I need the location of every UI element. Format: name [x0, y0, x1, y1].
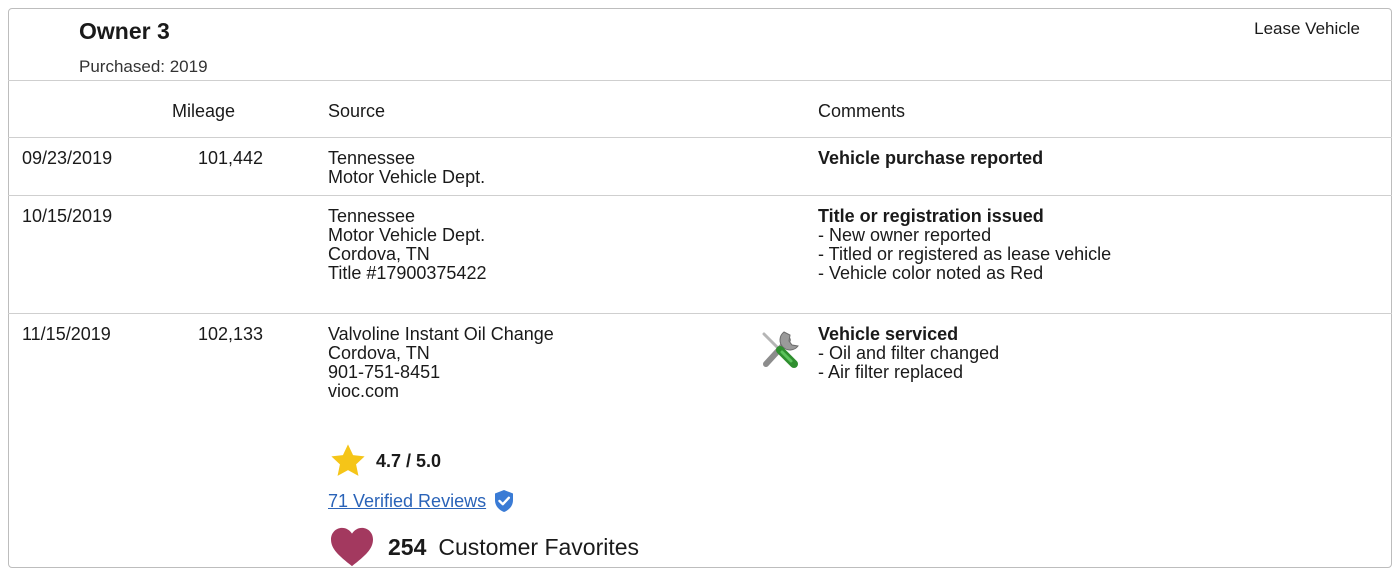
- row-source: Tennessee Motor Vehicle Dept.: [328, 149, 485, 187]
- comment-line: - New owner reported: [818, 225, 992, 245]
- source-line: Cordova, TN: [328, 244, 430, 264]
- comment-line: - Vehicle color noted as Red: [818, 263, 1044, 283]
- row-date: 09/23/2019: [22, 148, 113, 168]
- customer-favorites: 254 Customer Favorites: [328, 526, 639, 568]
- source-line: vioc.com: [328, 381, 400, 401]
- row-comments: Title or registration issued - New owner…: [818, 207, 1111, 283]
- comment-line: - Air filter replaced: [818, 362, 964, 382]
- table-row: 11/15/2019 102,133 Valvoline Instant Oil…: [8, 314, 1392, 574]
- comment-heading: Title or registration issued: [818, 206, 1044, 226]
- source-line: Tennessee: [328, 206, 416, 226]
- comment-line: - Titled or registered as lease vehicle: [818, 244, 1112, 264]
- lease-vehicle-label: Lease Vehicle: [1254, 19, 1360, 38]
- favorites-count: 254: [388, 533, 427, 560]
- table-row: 09/23/2019 101,442 Tennessee Motor Vehic…: [8, 138, 1392, 196]
- shop-rating: 4.7 / 5.0: [328, 442, 441, 480]
- owner-title: Owner 3: [79, 18, 170, 44]
- wrench-screwdriver-icon: [758, 326, 804, 370]
- source-line: Motor Vehicle Dept.: [328, 167, 486, 187]
- reviews-row: 71 Verified Reviews: [328, 489, 516, 513]
- row-comments: Vehicle serviced - Oil and filter change…: [818, 325, 999, 382]
- row-mileage: 102,133: [198, 324, 264, 344]
- table-header: Mileage Source Comments: [8, 80, 1392, 138]
- row-date: 10/15/2019: [22, 206, 113, 226]
- source-line: Tennessee: [328, 148, 416, 168]
- column-header-source: Source: [328, 101, 386, 121]
- verified-shield-icon: [495, 490, 514, 512]
- verified-reviews-link[interactable]: 71 Verified Reviews: [328, 491, 486, 512]
- row-mileage: 101,442: [198, 148, 264, 168]
- column-header-comments: Comments: [818, 101, 906, 121]
- comment-line: - Oil and filter changed: [818, 343, 1000, 363]
- row-source: Valvoline Instant Oil Change Cordova, TN…: [328, 325, 554, 401]
- rating-value: 4.7 / 5.0: [376, 450, 442, 471]
- purchased-year: Purchased: 2019: [79, 57, 208, 76]
- star-icon: [331, 444, 365, 476]
- source-line: Title #17900375422: [328, 263, 487, 283]
- comment-heading: Vehicle purchase reported: [818, 148, 1044, 168]
- column-header-mileage: Mileage: [172, 101, 236, 121]
- source-line: 901-751-8451: [328, 362, 441, 382]
- source-line: Cordova, TN: [328, 343, 430, 363]
- source-line: Motor Vehicle Dept.: [328, 225, 486, 245]
- source-line: Valvoline Instant Oil Change: [328, 324, 554, 344]
- favorites-label: Customer Favorites: [438, 533, 640, 560]
- table-row: 10/15/2019 Tennessee Motor Vehicle Dept.…: [8, 196, 1392, 314]
- heart-icon: [331, 527, 373, 567]
- row-source: Tennessee Motor Vehicle Dept. Cordova, T…: [328, 207, 486, 283]
- comment-heading: Vehicle serviced: [818, 324, 959, 344]
- row-date: 11/15/2019: [22, 324, 111, 344]
- row-comments: Vehicle purchase reported: [818, 149, 1043, 168]
